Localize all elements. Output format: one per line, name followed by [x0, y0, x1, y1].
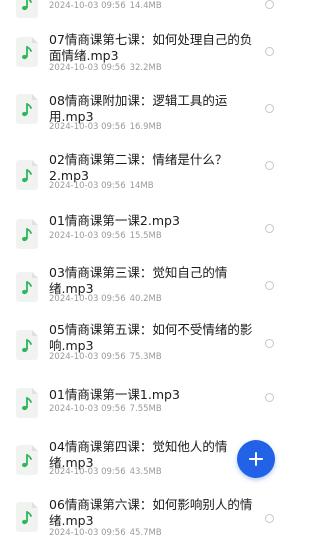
select-radio[interactable]	[265, 0, 274, 9]
select-radio[interactable]	[265, 224, 274, 233]
music-file-icon	[16, 0, 38, 18]
add-button[interactable]	[237, 440, 275, 478]
file-meta: 2024-10-03 09:56 16.9MB	[49, 122, 162, 132]
music-file-icon	[16, 388, 38, 418]
file-date: 2024-10-03 09:56	[49, 122, 126, 132]
file-title: 07情商课第七课：如何处理自己的负面情绪.mp3	[49, 32, 253, 63]
music-file-icon	[16, 94, 38, 124]
file-meta: 2024-10-03 09:56 14MB	[49, 181, 154, 191]
file-date: 2024-10-03 09:56	[49, 1, 126, 11]
file-date: 2024-10-03 09:56	[49, 404, 126, 414]
file-date: 2024-10-03 09:56	[49, 63, 126, 73]
file-size: 14MB	[129, 181, 154, 191]
file-title: 06情商课第六课：如何影响别人的情绪.mp3	[49, 497, 253, 528]
music-file-icon	[16, 502, 38, 532]
file-meta: 2024-10-03 09:56 45.7MB	[49, 528, 162, 538]
file-meta: 2024-10-03 09:56 40.2MB	[49, 294, 162, 304]
file-size: 7.55MB	[129, 404, 162, 414]
music-file-icon	[16, 219, 38, 249]
file-size: 16.9MB	[129, 122, 162, 132]
select-radio[interactable]	[265, 339, 274, 348]
music-file-icon	[16, 272, 38, 302]
file-date: 2024-10-03 09:56	[49, 467, 126, 477]
select-radio[interactable]	[265, 161, 274, 170]
file-meta: 2024-10-03 09:56 7.55MB	[49, 404, 162, 414]
select-radio[interactable]	[265, 47, 274, 56]
file-size: 43.5MB	[129, 467, 162, 477]
file-size: 40.2MB	[129, 294, 162, 304]
file-title: 08情商课附加课：逻辑工具的运用.mp3	[49, 93, 228, 124]
file-size: 32.2MB	[129, 63, 162, 73]
file-size: 75.3MB	[129, 352, 162, 362]
file-title: 01情商课第一课1.mp3	[49, 387, 180, 402]
file-meta: 2024-10-03 09:56 15.5MB	[49, 231, 162, 241]
file-meta: 2024-10-03 09:56 43.5MB	[49, 467, 162, 477]
file-meta: 2024-10-03 09:56 14.4MB	[49, 1, 162, 11]
file-size: 15.5MB	[129, 231, 162, 241]
music-file-icon	[16, 330, 38, 360]
file-title: 01情商课第一课2.mp3	[49, 213, 180, 228]
file-title: 05情商课第五课：如何不受情绪的影响.mp3	[49, 322, 253, 353]
music-file-icon	[16, 445, 38, 475]
file-date: 2024-10-03 09:56	[49, 231, 126, 241]
select-radio[interactable]	[265, 514, 274, 523]
select-radio[interactable]	[265, 281, 274, 290]
file-meta: 2024-10-03 09:56 32.2MB	[49, 63, 162, 73]
file-meta: 2024-10-03 09:56 75.3MB	[49, 352, 162, 362]
file-date: 2024-10-03 09:56	[49, 528, 126, 538]
music-file-icon	[16, 160, 38, 190]
file-date: 2024-10-03 09:56	[49, 294, 126, 304]
file-size: 45.7MB	[129, 528, 162, 538]
music-file-icon	[16, 37, 38, 67]
file-title: 02情商课第二课：情绪是什么？2.mp3	[49, 152, 228, 183]
file-title: 03情商课第三课：觉知自己的情绪.mp3	[49, 265, 228, 296]
file-date: 2024-10-03 09:56	[49, 352, 126, 362]
file-date: 2024-10-03 09:56	[49, 181, 126, 191]
select-radio[interactable]	[265, 393, 274, 402]
select-radio[interactable]	[265, 104, 274, 113]
file-size: 14.4MB	[129, 1, 162, 11]
